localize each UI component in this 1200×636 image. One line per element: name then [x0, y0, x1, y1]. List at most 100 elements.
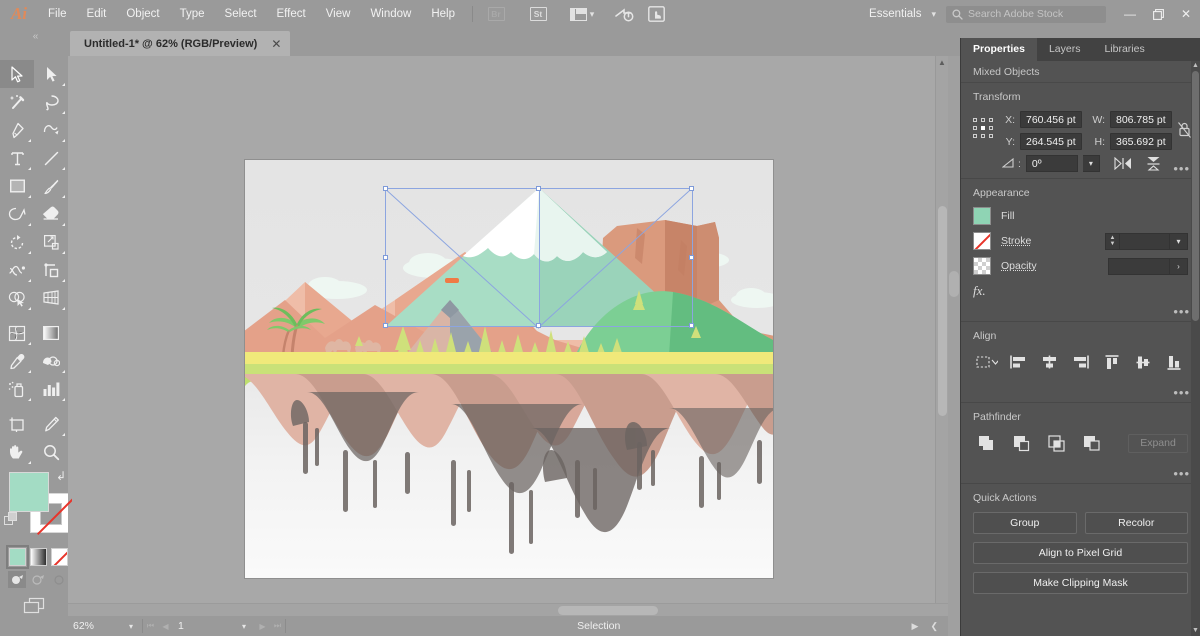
- selection-tool[interactable]: [0, 60, 34, 88]
- reference-point-selector[interactable]: [973, 118, 995, 140]
- close-button[interactable]: ✕: [1172, 0, 1200, 28]
- menu-help[interactable]: Help: [421, 0, 465, 28]
- exclude-button[interactable]: [1080, 433, 1104, 453]
- angle-dropdown-icon[interactable]: ▾: [1082, 155, 1100, 172]
- change-screen-mode-button[interactable]: [0, 588, 68, 614]
- curvature-tool[interactable]: [34, 116, 68, 144]
- tab-libraries[interactable]: Libraries: [1092, 38, 1156, 61]
- horizontal-scroll-thumb[interactable]: [558, 606, 658, 615]
- artboard[interactable]: [245, 160, 773, 578]
- maximize-restore-button[interactable]: [1144, 0, 1172, 28]
- vertical-align-bottom-button[interactable]: [1162, 352, 1186, 372]
- w-input[interactable]: 806.785 pt: [1110, 111, 1172, 128]
- slice-tool[interactable]: [34, 410, 68, 438]
- x-input[interactable]: 760.456 pt: [1020, 111, 1082, 128]
- vertical-align-top-button[interactable]: [1100, 352, 1124, 372]
- flip-vertical-icon[interactable]: [1144, 155, 1164, 172]
- stroke-label[interactable]: Stroke: [1001, 235, 1031, 247]
- align-more-options[interactable]: •••: [1173, 386, 1190, 399]
- group-button[interactable]: Group: [973, 512, 1077, 534]
- rotate-angle-input[interactable]: 0º: [1025, 155, 1078, 172]
- rectangle-tool[interactable]: [0, 172, 34, 200]
- panel-collapse-handle[interactable]: [948, 56, 960, 616]
- draw-normal-button[interactable]: [8, 571, 26, 588]
- menu-window[interactable]: Window: [360, 0, 421, 28]
- align-to-pixel-grid-button[interactable]: Align to Pixel Grid: [973, 542, 1188, 564]
- vertical-scroll-thumb[interactable]: [938, 206, 947, 416]
- free-transform-tool[interactable]: [34, 256, 68, 284]
- blend-tool[interactable]: [34, 347, 68, 375]
- stroke-weight-stepper[interactable]: ▲ ▼: [1105, 232, 1120, 250]
- gradient-tool[interactable]: [34, 319, 68, 347]
- y-input[interactable]: 264.545 pt: [1020, 133, 1082, 150]
- vertical-align-middle-button[interactable]: [1131, 352, 1155, 372]
- mesh-tool[interactable]: [0, 319, 34, 347]
- cloud-sync-icon[interactable]: [612, 5, 636, 23]
- hand-tool[interactable]: [0, 438, 34, 466]
- artboard-dropdown-icon[interactable]: ▾: [233, 622, 255, 631]
- unite-button[interactable]: [975, 433, 999, 453]
- panel-scroll-up-icon[interactable]: ▲: [1191, 61, 1200, 71]
- eraser-tool[interactable]: [34, 200, 68, 228]
- first-artboard-button[interactable]: ⏮: [143, 621, 158, 631]
- artboard-number-input[interactable]: 1: [173, 619, 233, 634]
- default-fill-stroke-icon[interactable]: [4, 512, 18, 526]
- symbol-sprayer-tool[interactable]: [0, 375, 34, 403]
- arrange-documents-icon[interactable]: ▾: [566, 5, 598, 23]
- close-icon[interactable]: ✕: [271, 37, 281, 51]
- width-tool[interactable]: [0, 256, 34, 284]
- status-play-icon[interactable]: ▶: [912, 621, 919, 632]
- canvas-horizontal-scrollbar[interactable]: [68, 603, 948, 616]
- previous-artboard-button[interactable]: ◀: [158, 622, 173, 631]
- type-tool[interactable]: [0, 144, 34, 172]
- canvas-vertical-scrollbar[interactable]: ▲: [935, 56, 948, 616]
- pen-tool[interactable]: [0, 116, 34, 144]
- collapse-panel-icon[interactable]: «: [0, 28, 70, 56]
- tab-layers[interactable]: Layers: [1037, 38, 1093, 61]
- recolor-button[interactable]: Recolor: [1084, 512, 1188, 534]
- stroke-weight-input[interactable]: [1120, 232, 1170, 250]
- bridge-icon[interactable]: Br: [484, 5, 508, 23]
- canvas-area[interactable]: [68, 56, 948, 616]
- zoom-level-input[interactable]: 62%: [68, 618, 120, 634]
- swap-fill-stroke-icon[interactable]: ↲: [56, 470, 66, 482]
- color-mode-button[interactable]: [6, 545, 29, 569]
- horizontal-align-center-button[interactable]: [1037, 352, 1061, 372]
- draw-inside-button[interactable]: [50, 571, 68, 588]
- opacity-input[interactable]: [1108, 257, 1170, 275]
- minus-front-button[interactable]: [1010, 433, 1034, 453]
- paintbrush-tool[interactable]: [34, 172, 68, 200]
- lock-proportions-icon[interactable]: [1178, 121, 1191, 139]
- scale-tool[interactable]: [34, 228, 68, 256]
- align-to-selection-button[interactable]: [975, 352, 999, 372]
- zoom-dropdown-icon[interactable]: ▾: [120, 622, 142, 631]
- appearance-more-options[interactable]: •••: [1173, 305, 1190, 318]
- workspace-switcher[interactable]: Essentials ▾: [859, 8, 942, 20]
- none-mode-button[interactable]: [51, 548, 68, 566]
- artboard-tool[interactable]: [0, 410, 34, 438]
- fill-color-swatch[interactable]: [973, 207, 991, 225]
- last-artboard-button[interactable]: ⏭: [270, 621, 285, 631]
- status-resize-icon[interactable]: ❮: [930, 621, 938, 632]
- flip-horizontal-icon[interactable]: [1113, 155, 1133, 172]
- direct-selection-tool[interactable]: [34, 60, 68, 88]
- shape-builder-tool[interactable]: [0, 284, 34, 312]
- next-artboard-button[interactable]: ▶: [255, 622, 270, 631]
- opacity-options-icon[interactable]: ›: [1170, 257, 1188, 275]
- menu-view[interactable]: View: [316, 0, 361, 28]
- shaper-tool[interactable]: [0, 200, 34, 228]
- zoom-tool[interactable]: [34, 438, 68, 466]
- gradient-mode-button[interactable]: [30, 548, 47, 566]
- document-tab[interactable]: Untitled-1* @ 62% (RGB/Preview) ✕: [70, 31, 291, 56]
- menu-type[interactable]: Type: [170, 0, 215, 28]
- column-graph-tool[interactable]: [34, 375, 68, 403]
- horizontal-align-right-button[interactable]: [1068, 352, 1092, 372]
- panel-scroll-thumb[interactable]: [1192, 71, 1199, 321]
- menu-file[interactable]: File: [38, 0, 77, 28]
- minimize-button[interactable]: —: [1116, 0, 1144, 28]
- opacity-swatch[interactable]: [973, 257, 991, 275]
- lasso-tool[interactable]: [34, 88, 68, 116]
- stock-icon[interactable]: St: [526, 5, 550, 23]
- stroke-color-swatch[interactable]: [973, 232, 991, 250]
- rotate-tool[interactable]: [0, 228, 34, 256]
